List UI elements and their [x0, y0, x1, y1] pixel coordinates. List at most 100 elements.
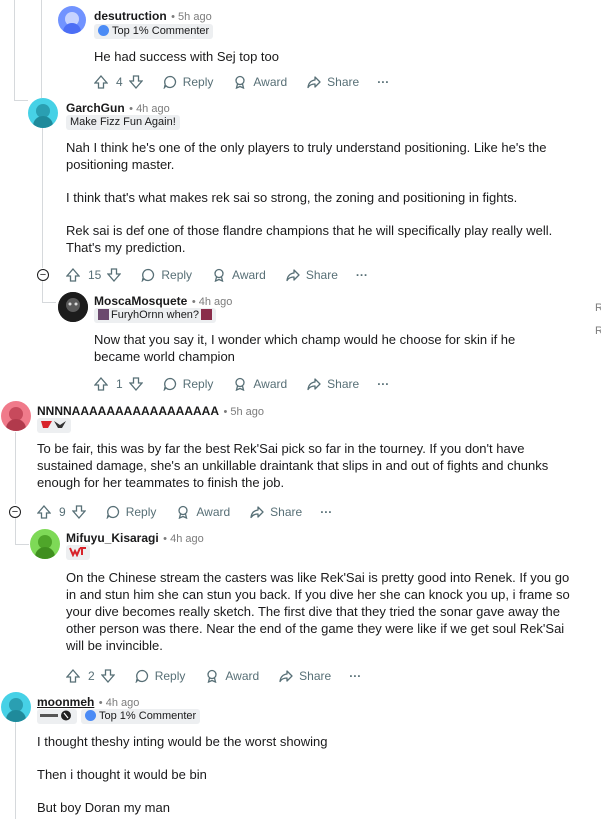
award-button[interactable]: Award	[205, 669, 259, 683]
vote-count: 4	[116, 75, 123, 89]
avatar[interactable]	[30, 529, 60, 559]
more-options-button[interactable]: ···	[377, 75, 389, 89]
share-icon	[250, 506, 264, 519]
username[interactable]: moonmeh	[37, 695, 94, 709]
avatar[interactable]	[28, 98, 58, 128]
downvote-icon	[107, 268, 122, 282]
vote-count: 15	[88, 268, 102, 282]
thread-line	[42, 128, 43, 268]
timestamp[interactable]: 5h ago	[178, 11, 212, 23]
comment-paragraph: On the Chinese stream the casters was li…	[66, 570, 570, 653]
sidebar-fragment: R	[595, 325, 601, 337]
timestamp[interactable]: 4h ago	[199, 296, 233, 308]
comment-actions: 9 Reply Award Share ···	[37, 502, 332, 522]
username[interactable]: GarchGun	[66, 101, 125, 115]
avatar[interactable]	[1, 692, 31, 722]
award-button[interactable]: Award	[233, 377, 287, 391]
timestamp[interactable]: 4h ago	[136, 103, 170, 115]
comment-actions: 4 Reply Award Share ···	[94, 72, 389, 92]
username[interactable]: NNNNAAAAAAAAAAAAAAAAA	[37, 404, 219, 418]
timestamp[interactable]: 4h ago	[106, 697, 140, 709]
comment-header: NNNNAAAAAAAAAAAAAAAAA • 5h ago	[37, 402, 264, 420]
upvote-button[interactable]	[94, 377, 108, 391]
comment-paragraph: Rek sai is def one of those flandre cham…	[66, 223, 553, 255]
share-icon	[307, 76, 321, 89]
reply-button[interactable]: Reply	[163, 377, 213, 391]
comment-paragraph: Now that you say it, I wonder which cham…	[94, 332, 516, 364]
share-button[interactable]: Share	[307, 75, 359, 89]
share-icon	[286, 269, 300, 282]
reply-button[interactable]: Reply	[135, 669, 185, 683]
comment-paragraph: But boy Doran my man	[37, 800, 170, 815]
collapse-thread-button[interactable]: −	[9, 506, 21, 518]
upvote-button[interactable]	[66, 268, 80, 282]
downvote-button[interactable]	[128, 75, 143, 89]
comment-paragraph: I thought theshy inting would be the wor…	[37, 734, 328, 749]
champion-emoji-icon	[98, 309, 109, 320]
upvote-icon	[37, 505, 51, 519]
separator-dot: •	[171, 11, 179, 23]
team-logo-icon	[69, 546, 87, 558]
upvote-button[interactable]	[66, 669, 80, 683]
sidebar-fragment: R	[595, 302, 601, 314]
more-options-button[interactable]: ···	[320, 505, 332, 519]
thread-line	[15, 518, 16, 544]
thread-line-curve	[15, 544, 29, 545]
team-logo-icon	[40, 419, 68, 430]
reply-button[interactable]: Reply	[141, 268, 192, 282]
top-commenter-icon	[98, 25, 109, 36]
reply-icon	[106, 505, 119, 519]
username[interactable]: MoscaMosquete	[94, 294, 187, 308]
comment-paragraph: To be fair, this was by far the best Rek…	[37, 441, 549, 490]
thread-line	[41, 18, 42, 98]
downvote-button[interactable]	[100, 669, 115, 683]
thread-line-curve	[14, 100, 28, 101]
user-flair: Top 1% Commenter	[81, 709, 201, 724]
timestamp[interactable]: 4h ago	[170, 533, 204, 545]
award-button[interactable]: Award	[233, 75, 287, 89]
award-button[interactable]: Award	[212, 268, 266, 282]
comment-actions: 15 Reply Award Share ···	[66, 265, 368, 285]
comment-paragraph: Then i thought it would be bin	[37, 767, 207, 782]
username[interactable]: desutruction	[94, 9, 167, 23]
upvote-button[interactable]	[94, 75, 108, 89]
avatar[interactable]	[58, 6, 86, 34]
thread-line-curve	[42, 302, 56, 303]
more-options-button[interactable]: ···	[356, 268, 368, 282]
upvote-icon	[94, 75, 108, 89]
collapse-thread-button[interactable]: −	[37, 269, 49, 281]
thread-line	[41, 0, 42, 18]
reply-icon	[163, 75, 176, 89]
user-flair: Make Fizz Fun Again!	[66, 115, 180, 130]
vote-count: 2	[88, 669, 95, 683]
award-icon	[235, 377, 246, 391]
thread-line	[42, 280, 43, 302]
separator-dot: •	[191, 296, 199, 308]
share-button[interactable]: Share	[279, 669, 331, 683]
top-commenter-icon	[85, 710, 96, 721]
avatar[interactable]	[58, 292, 88, 322]
comment-body: I thought theshy inting would be the wor…	[37, 733, 572, 832]
share-button[interactable]: Share	[250, 505, 302, 519]
avatar[interactable]	[1, 401, 31, 431]
user-flair: FuryhOrnn when?	[94, 308, 217, 323]
more-options-button[interactable]: ···	[349, 669, 361, 683]
timestamp[interactable]: 5h ago	[230, 406, 264, 418]
upvote-button[interactable]	[37, 505, 51, 519]
share-button[interactable]: Share	[286, 268, 338, 282]
comment-header: desutruction • 5h ago	[94, 7, 212, 25]
downvote-button[interactable]	[128, 377, 143, 391]
reply-button[interactable]: Reply	[163, 75, 213, 89]
upvote-icon	[94, 377, 108, 391]
username[interactable]: Mifuyu_Kisaragi	[66, 531, 159, 545]
downvote-button[interactable]	[107, 268, 122, 282]
more-options-button[interactable]: ···	[377, 377, 389, 391]
reply-icon	[135, 669, 148, 683]
thread-line	[14, 0, 15, 100]
award-button[interactable]: Award	[176, 505, 230, 519]
reply-button[interactable]: Reply	[106, 505, 156, 519]
user-flair	[66, 545, 90, 560]
downvote-button[interactable]	[71, 505, 86, 519]
share-icon	[279, 670, 293, 683]
share-button[interactable]: Share	[307, 377, 359, 391]
